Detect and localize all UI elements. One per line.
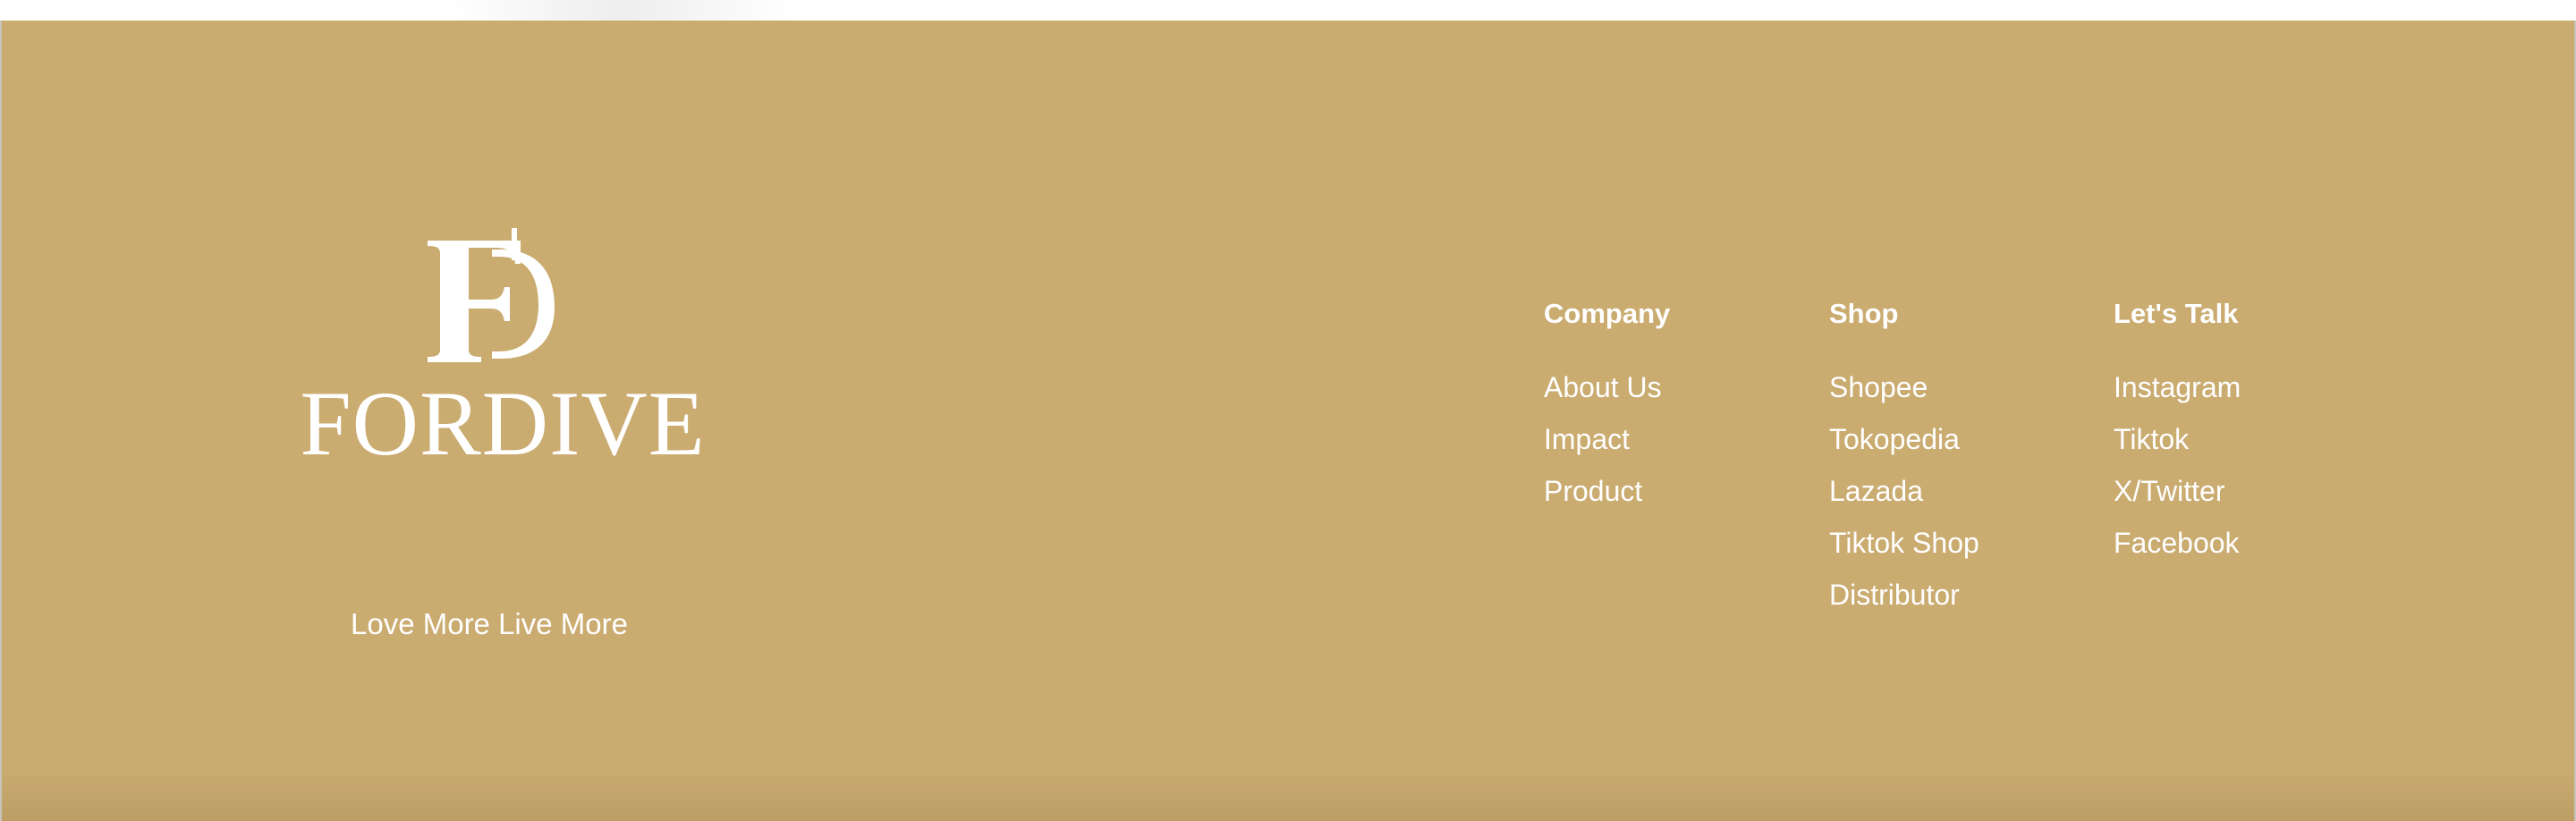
- link-impact[interactable]: Impact: [1544, 415, 1670, 467]
- footer-column-shop: Shop Shopee Tokopedia Lazada Tiktok Shop…: [1829, 293, 1979, 622]
- link-product[interactable]: Product: [1544, 467, 1670, 519]
- footer-bottom-shade: [2, 767, 2574, 821]
- column-heading-shop: Shop: [1829, 298, 1899, 329]
- brand-tagline: Love More Live More: [351, 607, 628, 640]
- fd-monogram-icon: [428, 228, 555, 362]
- link-tiktok-shop[interactable]: Tiktok Shop: [1829, 519, 1979, 571]
- link-lazada[interactable]: Lazada: [1829, 467, 1979, 519]
- link-tiktok[interactable]: Tiktok: [2114, 415, 2241, 467]
- column-heading-company: Company: [1544, 298, 1671, 329]
- link-tokopedia[interactable]: Tokopedia: [1829, 415, 1979, 467]
- footer-column-company: Company About Us Impact Product: [1544, 293, 1670, 519]
- footer-column-lets-talk: Let's Talk Instagram Tiktok X/Twitter Fa…: [2114, 293, 2241, 571]
- social-links: Instagram Tiktok X/Twitter Facebook: [2114, 363, 2241, 571]
- link-shopee[interactable]: Shopee: [1829, 363, 1979, 415]
- page-top-strip: [0, 0, 2576, 21]
- brand-logo[interactable]: FORDIVE: [288, 228, 717, 470]
- shop-links: Shopee Tokopedia Lazada Tiktok Shop Dist…: [1829, 363, 1979, 622]
- top-strip-shadow: [447, 0, 796, 21]
- column-heading-lets-talk: Let's Talk: [2114, 298, 2239, 329]
- company-links: About Us Impact Product: [1544, 363, 1670, 519]
- site-footer: FORDIVE Love More Live More Company Abou…: [0, 21, 2576, 821]
- link-distributor[interactable]: Distributor: [1829, 571, 1979, 622]
- link-x-twitter[interactable]: X/Twitter: [2114, 467, 2241, 519]
- link-facebook[interactable]: Facebook: [2114, 519, 2241, 571]
- link-about-us[interactable]: About Us: [1544, 363, 1670, 415]
- link-instagram[interactable]: Instagram: [2114, 363, 2241, 415]
- brand-wordmark: FORDIVE: [300, 373, 706, 475]
